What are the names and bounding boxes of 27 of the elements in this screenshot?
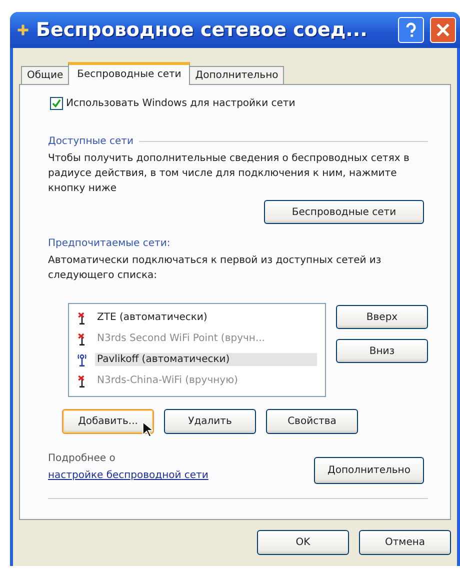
window-title: Беспроводное сетевое соед... (36, 19, 368, 41)
tab[interactable]: Общие (21, 66, 70, 84)
checkbox-label: Использовать Windows для настройки сети (66, 98, 296, 109)
list-action-button[interactable]: Удалить (164, 409, 256, 434)
network-item[interactable]: ZTE (автоматически) (95, 311, 210, 324)
tab[interactable]: Дополнительно (189, 66, 284, 84)
checkbox[interactable] (50, 97, 63, 110)
close-button[interactable] (430, 17, 456, 43)
learn-more-link[interactable]: настройке беспроводной сети (48, 467, 248, 484)
dialog-button[interactable]: Отмена (359, 530, 451, 555)
close-icon (434, 21, 452, 39)
move-button[interactable]: Вниз (336, 339, 428, 363)
dialog-button[interactable]: OK (257, 530, 349, 555)
learn-more-text: Подробнее о настройке беспроводной сети (48, 450, 248, 484)
list-action-button[interactable]: Добавить... (62, 409, 154, 434)
group-title: Предпочитаемые сети: (48, 238, 170, 249)
mouse-cursor-icon (142, 421, 153, 438)
list-action-button[interactable]: Свойства (266, 409, 358, 434)
description-text: Чтобы получить дополнительные сведения о беспроводных сетях в радиусе действия, в том числе для подключения к ним, нажмите кнопку ниже (48, 152, 410, 196)
move-button[interactable]: Вверх (336, 305, 428, 329)
help-button[interactable] (398, 17, 424, 43)
group-title: Доступные сети (48, 136, 134, 147)
advanced-button[interactable]: Дополнительно (314, 457, 424, 484)
description-text: Автоматически подключаться к первой из доступных сетей из следующего списка: (48, 254, 382, 283)
network-item[interactable]: Pavlikoff (автоматически) (95, 353, 317, 366)
wireless-networks-button[interactable]: Беспроводные сети (264, 200, 424, 224)
tab[interactable]: Беспроводные сети (68, 62, 190, 85)
